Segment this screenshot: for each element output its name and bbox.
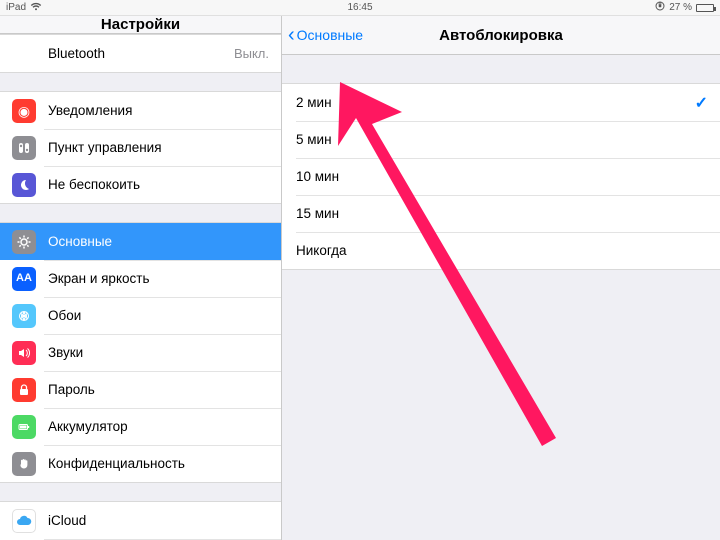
sidebar-item-label: Не беспокоить [48, 177, 269, 192]
sidebar-item-label: Bluetooth [48, 46, 234, 61]
hand-icon [12, 452, 36, 476]
sidebar-item-label: Пункт управления [48, 140, 269, 155]
detail-title: Автоблокировка [439, 27, 563, 44]
sidebar-item-label: Экран и яркость [48, 271, 269, 286]
sidebar-item-label: Конфиденциальность [48, 456, 269, 471]
sidebar-item-label: iCloud [48, 513, 269, 528]
carrier-label: iPad [6, 2, 26, 13]
back-label: Основные [297, 27, 363, 43]
battery-settings-icon [12, 415, 36, 439]
sidebar-item-label: Основные [48, 234, 269, 249]
sidebar-item-label: Звуки [48, 345, 269, 360]
detail-header: ‹ Основные Автоблокировка [282, 16, 720, 55]
sidebar-item-sounds[interactable]: Звуки [0, 334, 281, 371]
status-left: iPad [6, 2, 42, 14]
sidebar-item-privacy[interactable]: Конфиденциальность [0, 445, 281, 482]
checkmark-icon: ✓ [695, 93, 708, 113]
gear-icon [12, 230, 36, 254]
sidebar-item-label: Пароль [48, 382, 269, 397]
sidebar-item-wallpaper[interactable]: Обои [0, 297, 281, 334]
wifi-icon [30, 2, 42, 14]
sidebar-item-label: Уведомления [48, 103, 269, 118]
autolock-option-2min[interactable]: 2 мин ✓ [282, 84, 720, 121]
status-right: 27 % [655, 1, 714, 14]
control-center-icon [12, 136, 36, 160]
group-alerts: ◉ Уведомления Пункт управления Не беспок… [0, 91, 281, 204]
sidebar-item-passcode[interactable]: Пароль [0, 371, 281, 408]
settings-sidebar[interactable]: Настройки Bluetooth Выкл. ◉ Уведомления [0, 16, 282, 540]
bluetooth-icon [12, 42, 36, 66]
option-label: 15 мин [296, 206, 708, 221]
autolock-option-never[interactable]: Никогда [282, 232, 720, 269]
autolock-option-15min[interactable]: 15 мин [282, 195, 720, 232]
sidebar-item-general[interactable]: Основные [0, 223, 281, 260]
sidebar-item-label: Обои [48, 308, 269, 323]
sidebar-item-battery[interactable]: Аккумулятор [0, 408, 281, 445]
sidebar-item-bluetooth[interactable]: Bluetooth Выкл. [0, 35, 281, 72]
wallpaper-icon [12, 304, 36, 328]
lock-icon [12, 378, 36, 402]
sidebar-header: Настройки [0, 16, 281, 34]
sidebar-item-display[interactable]: AA Экран и яркость [0, 260, 281, 297]
bluetooth-status: Выкл. [234, 46, 269, 61]
notifications-icon: ◉ [12, 99, 36, 123]
group-account: iCloud App Store, iTunes Store [0, 501, 281, 540]
back-button[interactable]: ‹ Основные [288, 25, 363, 45]
sidebar-item-notifications[interactable]: ◉ Уведомления [0, 92, 281, 129]
status-bar: iPad 16:45 27 % [0, 0, 720, 16]
autolock-options-group: 2 мин ✓ 5 мин 10 мин 15 мин Никогда [282, 83, 720, 270]
detail-pane: ‹ Основные Автоблокировка 2 мин ✓ 5 мин … [282, 16, 720, 540]
sidebar-item-dnd[interactable]: Не беспокоить [0, 166, 281, 203]
group-general: Основные AA Экран и яркость Обои Зву [0, 222, 281, 483]
option-label: 2 мин [296, 95, 695, 110]
autolock-option-10min[interactable]: 10 мин [282, 158, 720, 195]
cloud-icon [12, 509, 36, 533]
sidebar-item-icloud[interactable]: iCloud [0, 502, 281, 539]
autolock-option-5min[interactable]: 5 мин [282, 121, 720, 158]
app-root: iPad 16:45 27 % Настройки [0, 0, 720, 540]
moon-icon [12, 173, 36, 197]
battery-percent: 27 % [669, 2, 692, 13]
option-label: 5 мин [296, 132, 708, 147]
orientation-lock-icon [655, 1, 665, 14]
chevron-left-icon: ‹ [288, 25, 295, 45]
battery-icon [696, 4, 714, 12]
clock: 16:45 [347, 2, 372, 13]
group-bluetooth: Bluetooth Выкл. [0, 34, 281, 73]
option-label: 10 мин [296, 169, 708, 184]
sidebar-item-control-center[interactable]: Пункт управления [0, 129, 281, 166]
display-icon: AA [12, 267, 36, 291]
speaker-icon [12, 341, 36, 365]
sidebar-item-label: Аккумулятор [48, 419, 269, 434]
sidebar-title: Настройки [101, 16, 180, 33]
option-label: Никогда [296, 243, 708, 258]
